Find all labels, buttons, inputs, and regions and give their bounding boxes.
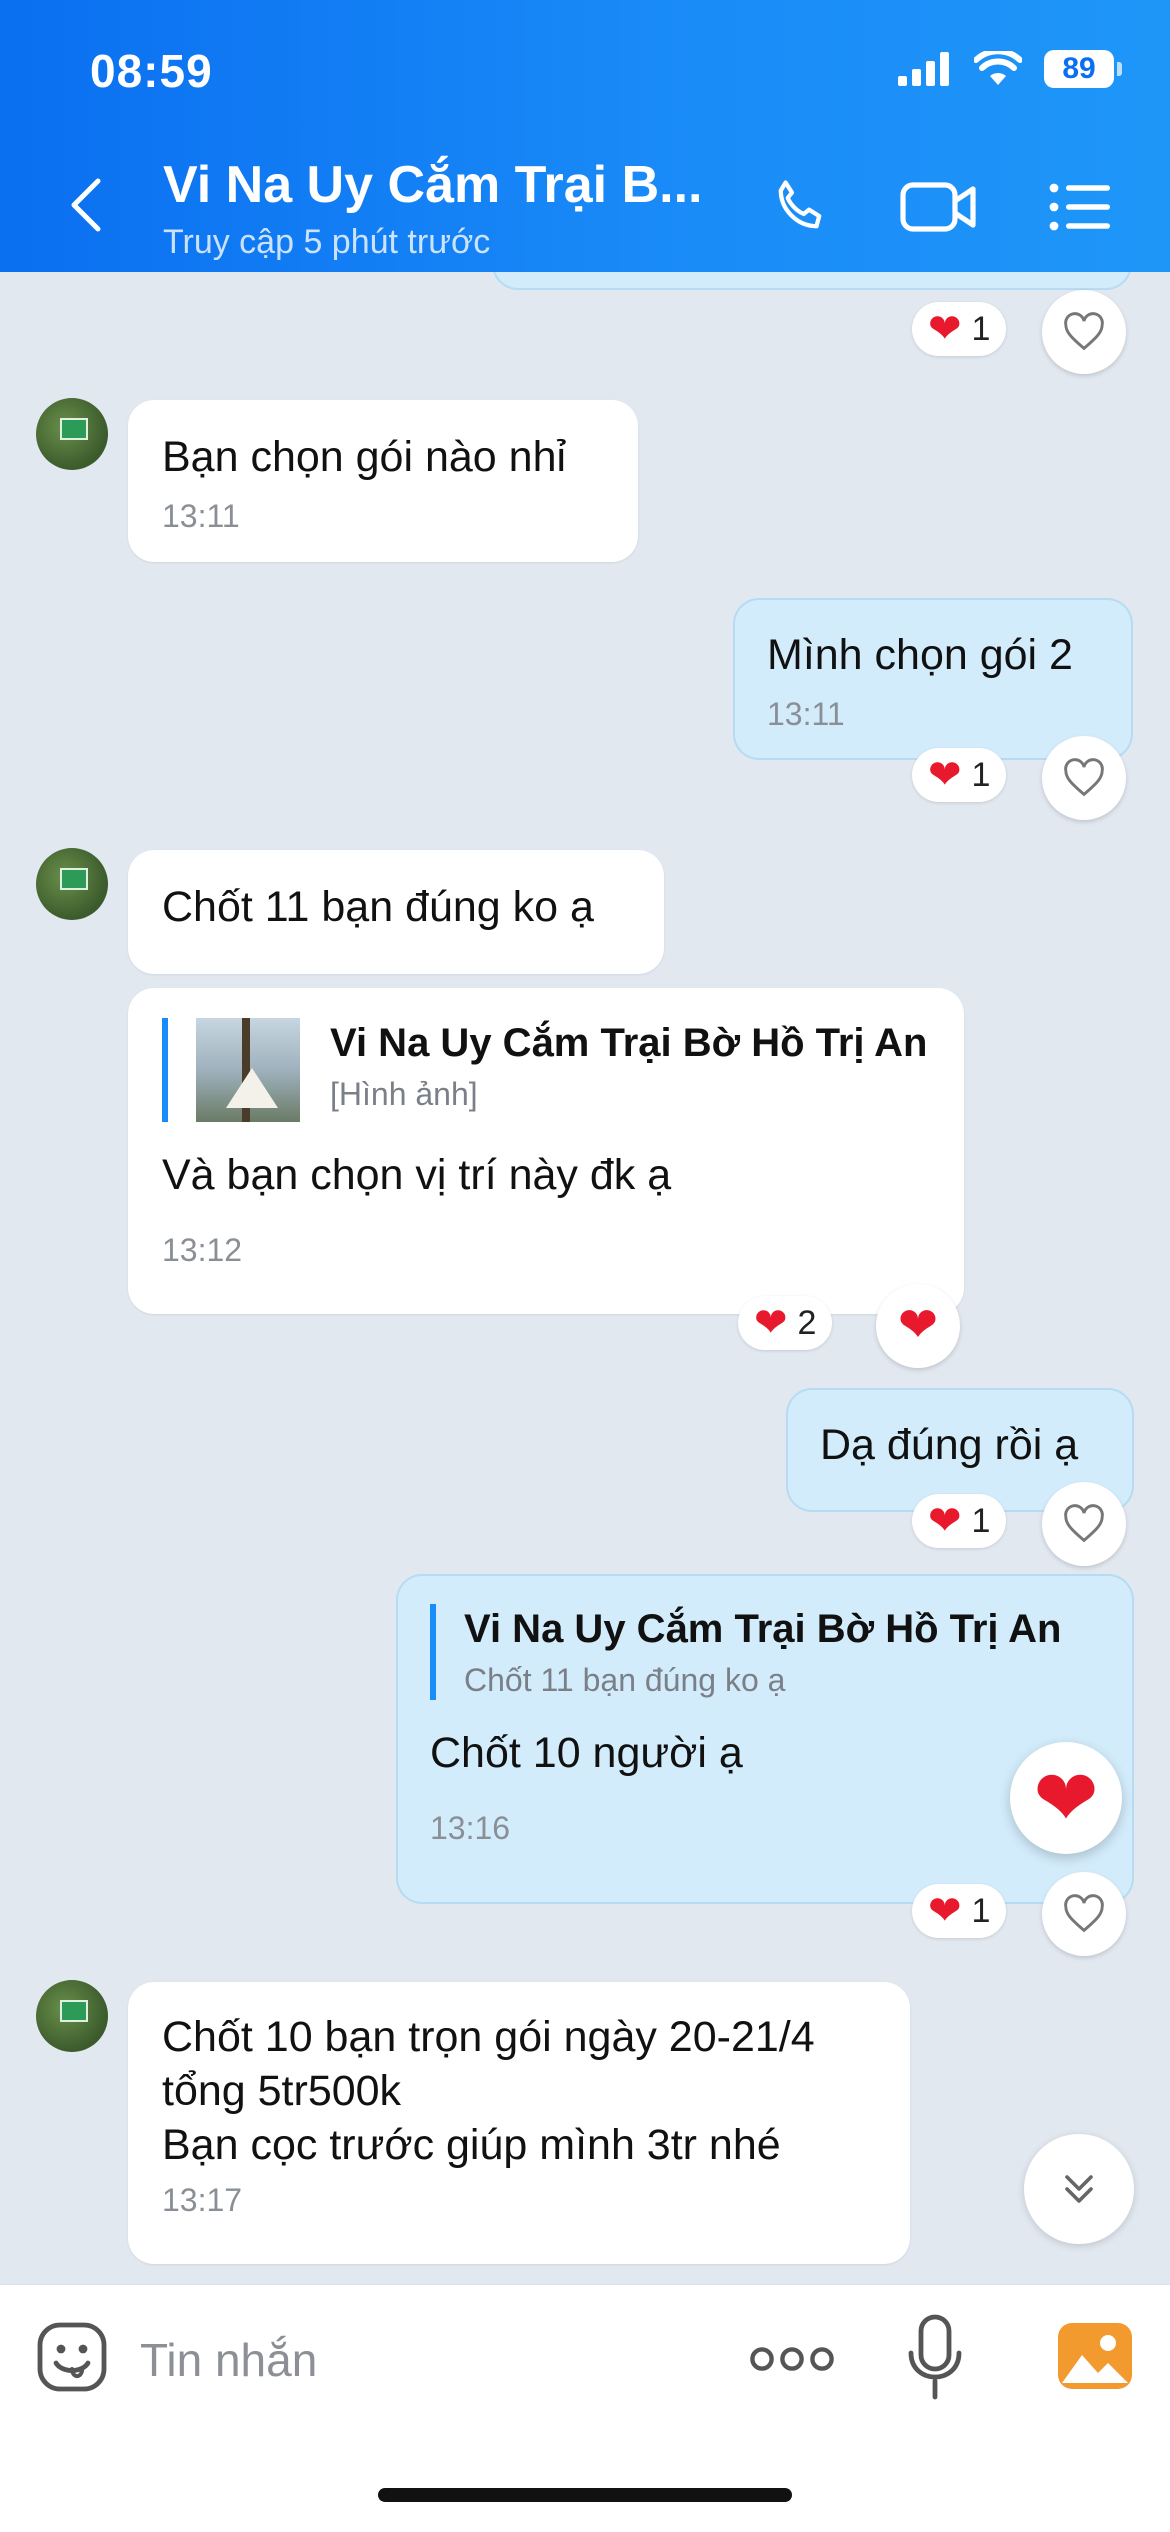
quoted-image-thumbnail (196, 1018, 300, 1122)
message-time: 13:12 (162, 1232, 243, 1268)
message-bubble-incoming[interactable]: Chốt 10 bạn trọn gói ngày 20-21/4 tổng 5… (128, 1982, 910, 2264)
message-bubble-outgoing-reply[interactable]: Vi Na Uy Cắm Trại Bờ Hồ Trị An Chốt 11 b… (396, 1574, 1134, 1904)
sticker-icon[interactable] (36, 2321, 108, 2393)
video-camera-icon (900, 182, 976, 232)
message-text: Bạn cọc trước giúp mình 3tr nhé (162, 2121, 781, 2169)
heart-icon: ❤ (928, 753, 962, 797)
react-button-active[interactable]: ❤ (876, 1284, 960, 1368)
avatar[interactable] (36, 848, 108, 920)
message-text: Mình chọn gói 2 (767, 631, 1073, 679)
list-menu-icon (1049, 183, 1110, 231)
chat-header: 08:59 89 Vi Na Uy Cắm Trại B... Truy cập… (0, 0, 1170, 272)
status-time: 08:59 (90, 45, 213, 97)
signal-icon (898, 52, 949, 86)
microphone-icon[interactable] (905, 2313, 965, 2401)
status-icons: 89 (898, 50, 1122, 88)
avatar[interactable] (36, 1980, 108, 2052)
reaction-count[interactable]: ❤ 1 (912, 1494, 1007, 1548)
phone-icon (778, 180, 822, 229)
message-text: Dạ đúng rồi ạ (820, 1421, 1079, 1469)
wifi-icon (974, 51, 1022, 85)
quoted-message[interactable]: Vi Na Uy Cắm Trại Bờ Hồ Trị An [Hình ảnh… (162, 1018, 930, 1122)
reaction-count[interactable]: ❤ 1 (912, 748, 1007, 802)
message-text: Chốt 10 bạn trọn gói ngày 20-21/4 (162, 2013, 815, 2061)
last-seen: Truy cập 5 phút trước (163, 223, 491, 261)
quoted-sender: Vi Na Uy Cắm Trại Bờ Hồ Trị An (464, 1607, 1062, 1651)
avatar[interactable] (36, 398, 108, 470)
heart-outline-icon (1064, 312, 1104, 351)
message-bubble-incoming-reply[interactable]: Vi Na Uy Cắm Trại Bờ Hồ Trị An [Hình ảnh… (128, 988, 964, 1314)
quoted-sender: Vi Na Uy Cắm Trại Bờ Hồ Trị An (330, 1021, 928, 1065)
chevron-left-icon (71, 178, 101, 232)
message-text: Chốt 10 người ạ (430, 1729, 743, 1777)
menu-button[interactable] (1040, 172, 1120, 242)
message-bubble-incoming[interactable]: Bạn chọn gói nào nhỉ 13:11 (128, 400, 638, 562)
heart-icon: ❤ (754, 1301, 788, 1345)
react-button[interactable] (1042, 736, 1126, 820)
react-button-active[interactable]: ❤ (1010, 1742, 1122, 1854)
heart-outline-icon (1064, 1894, 1104, 1933)
message-list[interactable]: ❤ 1 Bạn chọn gói nào nhỉ 13:11 Mình chọn… (0, 272, 1170, 2284)
heart-icon: ❤ (928, 307, 962, 351)
reaction-count[interactable]: ❤ 2 (738, 1296, 833, 1350)
heart-outline-icon (1064, 758, 1104, 797)
heart-icon: ❤ (928, 1889, 962, 1933)
quoted-text: [Hình ảnh] (330, 1076, 478, 1112)
reaction-count[interactable]: ❤ 1 (912, 1884, 1007, 1938)
message-time: 13:16 (430, 1810, 511, 1846)
chat-title-area[interactable]: Vi Na Uy Cắm Trại B... Truy cập 5 phút t… (163, 155, 713, 262)
message-time: 13:17 (162, 2182, 243, 2218)
quoted-message[interactable]: Vi Na Uy Cắm Trại Bờ Hồ Trị An Chốt 11 b… (430, 1604, 1100, 1700)
message-bubble-outgoing[interactable]: Mình chọn gói 2 13:11 (733, 598, 1133, 760)
react-button[interactable] (1042, 290, 1126, 374)
quoted-text: Chốt 11 bạn đúng ko ạ (464, 1662, 786, 1698)
message-text: Bạn chọn gói nào nhỉ (162, 433, 567, 481)
home-indicator (378, 2488, 792, 2502)
battery-indicator: 89 (1044, 50, 1122, 88)
heart-icon: ❤ (1033, 1754, 1099, 1842)
back-button[interactable] (60, 175, 110, 235)
image-gallery-icon[interactable] (1058, 2323, 1132, 2389)
call-button[interactable] (760, 172, 840, 242)
heart-outline-icon (1064, 1504, 1104, 1543)
more-options-icon[interactable] (750, 2337, 834, 2381)
message-bubble-incoming[interactable]: Chốt 11 bạn đúng ko ạ (128, 850, 664, 974)
react-button[interactable] (1042, 1482, 1126, 1566)
chat-title: Vi Na Uy Cắm Trại B... (163, 156, 703, 214)
message-bubble-outgoing[interactable] (492, 272, 1132, 290)
react-button[interactable] (1042, 1872, 1126, 1956)
message-text: Chốt 11 bạn đúng ko ạ (162, 883, 594, 931)
scroll-to-bottom-button[interactable] (1024, 2134, 1134, 2244)
message-text: Và bạn chọn vị trí này đk ạ (162, 1151, 672, 1199)
heart-icon: ❤ (928, 1499, 962, 1543)
message-time: 13:11 (767, 696, 845, 732)
reaction-count[interactable]: ❤ 1 (912, 302, 1007, 356)
message-input[interactable] (140, 2325, 700, 2395)
message-time: 13:11 (162, 498, 240, 534)
message-text: tổng 5tr500k (162, 2067, 402, 2115)
heart-icon: ❤ (897, 1299, 939, 1352)
video-call-button[interactable] (898, 172, 978, 242)
double-chevron-down-icon (1065, 2175, 1093, 2203)
